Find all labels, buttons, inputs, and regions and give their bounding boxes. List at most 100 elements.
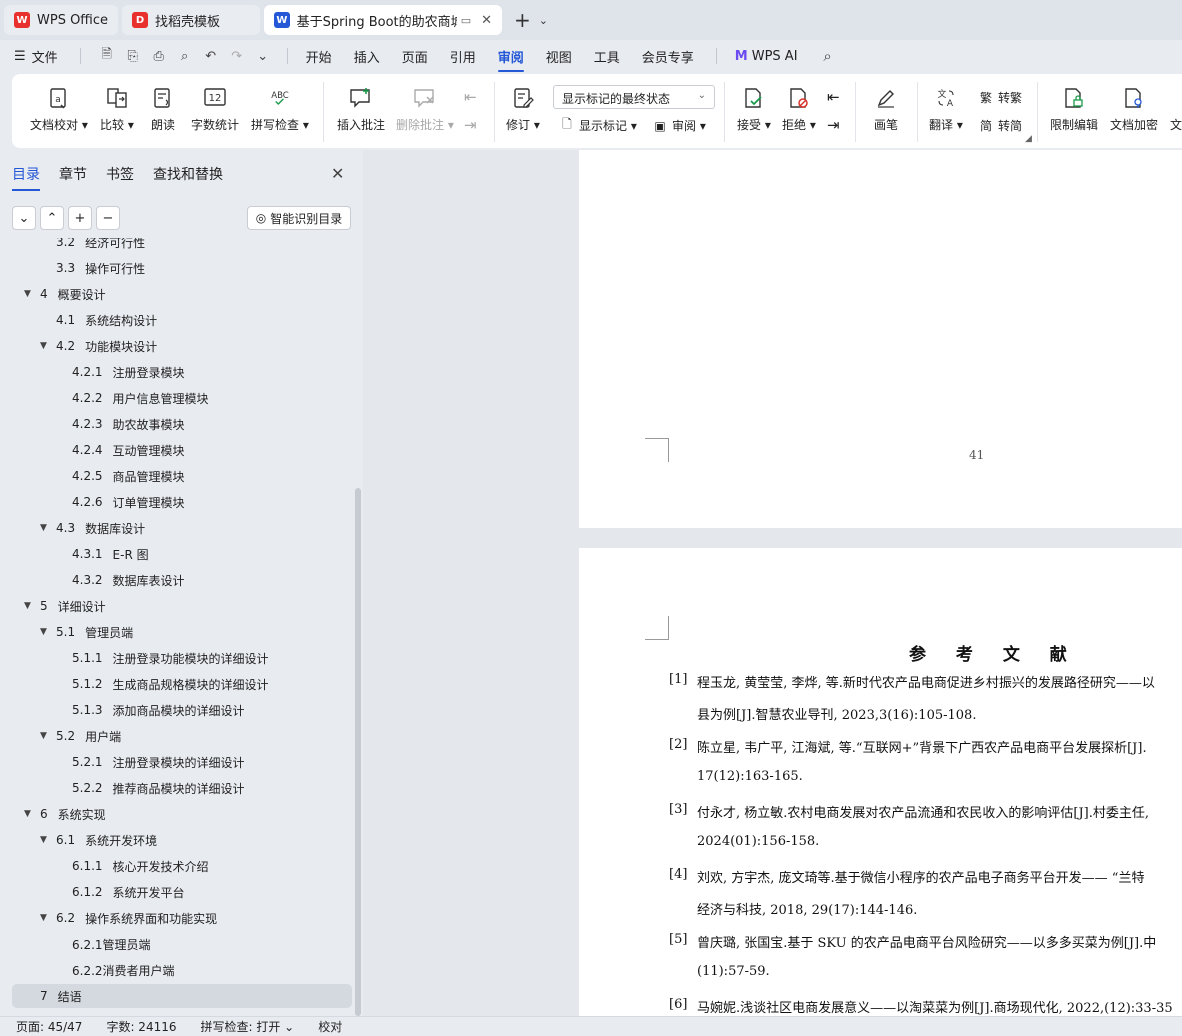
word-count-indicator[interactable]: 字数: 24116: [106, 1018, 176, 1035]
expand-triangle-icon[interactable]: ▼: [40, 627, 50, 637]
monitor-icon[interactable]: ▭: [461, 14, 471, 27]
translate-button[interactable]: 文A 翻译 ▾: [929, 86, 963, 133]
toc-item[interactable]: ▼ 6.1 系统开发环境: [12, 828, 352, 852]
toc-item[interactable]: 3.2 经济可行性: [12, 238, 352, 254]
more-chevron-icon[interactable]: ⌄: [255, 48, 271, 64]
restrict-edit-button[interactable]: 限制编辑: [1050, 86, 1098, 133]
toc-item[interactable]: 4.2.3 助农故事模块: [12, 412, 352, 436]
file-menu[interactable]: ☰ 文件: [14, 47, 58, 66]
toc-item[interactable]: ▼ 5 详细设计: [12, 594, 352, 618]
toc-item[interactable]: 6.2.2消费者用户端: [12, 958, 352, 982]
undo-icon[interactable]: ↶: [203, 48, 219, 64]
toc-item[interactable]: 4.2.4 互动管理模块: [12, 438, 352, 462]
redo-icon[interactable]: ↷: [229, 48, 245, 64]
toc-item[interactable]: ▼ 4.3 数据库设计: [12, 516, 352, 540]
menu-page[interactable]: 页面: [402, 47, 428, 66]
menu-member[interactable]: 会员专享: [642, 47, 694, 66]
reject-button[interactable]: 拒绝 ▾: [782, 86, 816, 133]
expand-triangle-icon[interactable]: ▼: [24, 289, 34, 299]
new-tab-icon[interactable]: +: [514, 8, 531, 32]
markup-state-select[interactable]: 显示标记的最终状态 ⌄: [553, 85, 715, 109]
menu-tools[interactable]: 工具: [594, 47, 620, 66]
spell-check-indicator[interactable]: 拼写检查: 打开 ⌄: [201, 1018, 295, 1035]
toc-item[interactable]: 4.2.1 注册登录模块: [12, 360, 352, 384]
print-icon[interactable]: ⎙: [151, 48, 167, 64]
export-icon[interactable]: ⎘: [125, 48, 141, 64]
toc-item[interactable]: 4.3.1 E-R 图: [12, 542, 352, 566]
revise-button[interactable]: 修订 ▾: [506, 86, 540, 133]
tab-find-replace[interactable]: 查找和替换: [153, 164, 223, 184]
toc-item[interactable]: 3.3 操作可行性: [12, 256, 352, 280]
next-change-icon[interactable]: ⇥: [827, 116, 840, 134]
toc-item[interactable]: 5.1.3 添加商品模块的详细设计: [12, 698, 352, 722]
menu-view[interactable]: 视图: [546, 47, 572, 66]
add-heading-button[interactable]: +: [68, 206, 92, 230]
menu-review[interactable]: 审阅: [497, 47, 524, 72]
close-tab-icon[interactable]: ✕: [481, 13, 492, 28]
more-ribbon-button[interactable]: 文: [1170, 116, 1182, 133]
remove-heading-button[interactable]: −: [96, 206, 120, 230]
toc-item[interactable]: 4.2.2 用户信息管理模块: [12, 386, 352, 410]
wps-ai-button[interactable]: M WPS AI: [735, 49, 798, 64]
toc-item[interactable]: 4.2.5 商品管理模块: [12, 464, 352, 488]
collapse-up-button[interactable]: ⌃: [40, 206, 64, 230]
expand-triangle-icon[interactable]: ▼: [40, 835, 50, 845]
tab-docer-templates[interactable]: D 找稻壳模板: [122, 5, 261, 35]
toc-item[interactable]: 5.1.1 注册登录功能模块的详细设计: [12, 646, 352, 670]
print-preview-icon[interactable]: ⌕: [177, 48, 193, 64]
prev-change-icon[interactable]: ⇤: [827, 88, 840, 106]
toc-item[interactable]: 6.1.2 系统开发平台: [12, 880, 352, 904]
accept-button[interactable]: 接受 ▾: [737, 86, 771, 133]
expand-group-icon[interactable]: ◢: [1025, 134, 1032, 144]
toc-item[interactable]: 6.1.1 核心开发技术介绍: [12, 854, 352, 878]
review-pane-button[interactable]: ▣ 审阅 ▾: [652, 117, 706, 134]
toc-scrollbar[interactable]: [355, 488, 361, 1016]
toc-item[interactable]: ▼ 4 概要设计: [12, 282, 352, 306]
toc-item[interactable]: ▼ 5.1 管理员端: [12, 620, 352, 644]
expand-triangle-icon[interactable]: ▼: [40, 523, 50, 533]
delete-comment-button[interactable]: 删除批注 ▾: [396, 86, 454, 133]
toc-item[interactable]: 7 结语: [12, 984, 352, 1008]
tab-chapters[interactable]: 章节: [59, 164, 87, 184]
tab-toc[interactable]: 目录: [12, 164, 40, 191]
expand-triangle-icon[interactable]: ▼: [24, 601, 34, 611]
encrypt-button[interactable]: 文档加密: [1110, 86, 1158, 133]
to-traditional-button[interactable]: 繁 转繁: [978, 89, 1022, 106]
expand-triangle-icon[interactable]: ▼: [24, 809, 34, 819]
toc-item[interactable]: 4.2.6 订单管理模块: [12, 490, 352, 514]
toc-item[interactable]: ▼ 6.2 操作系统界面和功能实现: [12, 906, 352, 930]
menu-insert[interactable]: 插入: [354, 47, 380, 66]
proofread-indicator[interactable]: 校对: [318, 1018, 342, 1035]
toc-item[interactable]: 6.2.1管理员端: [12, 932, 352, 956]
insert-comment-button[interactable]: 插入批注: [337, 86, 385, 133]
search-icon[interactable]: ⌕: [820, 47, 836, 65]
spell-check-button[interactable]: ABC 拼写检查 ▾: [251, 86, 309, 133]
read-aloud-button[interactable]: 朗读: [151, 86, 175, 133]
menu-reference[interactable]: 引用: [450, 47, 476, 66]
toc-item[interactable]: 4.3.2 数据库表设计: [12, 568, 352, 592]
menu-start[interactable]: 开始: [306, 47, 332, 66]
tab-list-chevron-icon[interactable]: ⌄: [539, 14, 548, 27]
toc-item[interactable]: ▼ 5.2 用户端: [12, 724, 352, 748]
page-indicator[interactable]: 页面: 45/47: [16, 1018, 82, 1035]
toc-item[interactable]: 4.1 系统结构设计: [12, 308, 352, 332]
pen-button[interactable]: 画笔: [874, 86, 898, 133]
expand-triangle-icon[interactable]: ▼: [40, 913, 50, 923]
next-comment-icon[interactable]: ⇥: [464, 116, 477, 134]
save-icon[interactable]: 🗎: [99, 47, 115, 64]
expand-triangle-icon[interactable]: ▼: [40, 731, 50, 741]
doc-check-button[interactable]: a 文档校对 ▾: [30, 86, 88, 133]
expand-down-button[interactable]: ⌄: [12, 206, 36, 230]
expand-triangle-icon[interactable]: ▼: [40, 341, 50, 351]
toc-item[interactable]: 5.2.1 注册登录模块的详细设计: [12, 750, 352, 774]
smart-toc-button[interactable]: ◎ 智能识别目录: [247, 206, 351, 230]
toc-item[interactable]: 5.1.2 生成商品规格模块的详细设计: [12, 672, 352, 696]
show-markup-button[interactable]: 🗋 显示标记 ▾: [559, 117, 637, 134]
tab-document[interactable]: W 基于Spring Boot的助农商城的 ▭ ✕: [264, 5, 503, 35]
toc-item[interactable]: 5.2.2 推荐商品模块的详细设计: [12, 776, 352, 800]
to-simplified-button[interactable]: 简 转简: [978, 117, 1022, 134]
close-pane-icon[interactable]: ✕: [331, 164, 344, 183]
compare-button[interactable]: 比较 ▾: [100, 86, 134, 133]
prev-comment-icon[interactable]: ⇤: [464, 88, 477, 106]
toc-item[interactable]: ▼ 6 系统实现: [12, 802, 352, 826]
